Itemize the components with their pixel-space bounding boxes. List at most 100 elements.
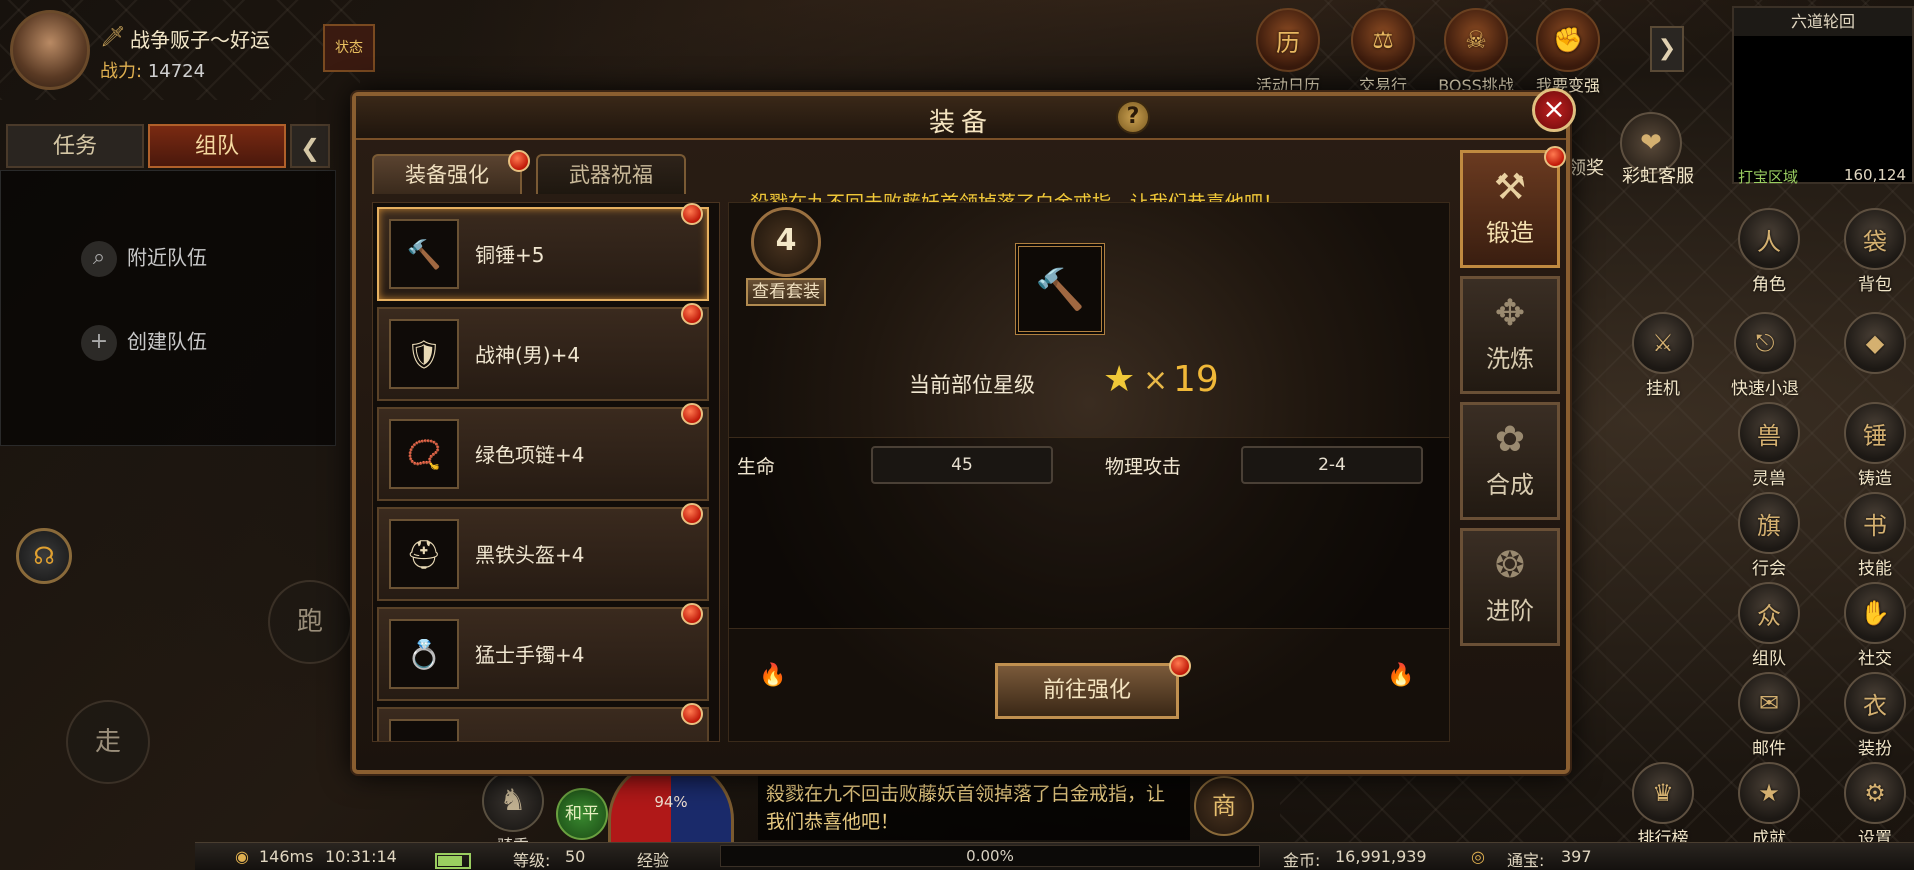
reward-label[interactable]: 领奖: [1568, 154, 1604, 180]
outfit-label: 装扮: [1858, 739, 1892, 759]
search-icon: ⌕: [81, 241, 117, 277]
brazier-icon: 🔥: [759, 663, 787, 688]
close-icon[interactable]: ×: [1532, 88, 1576, 132]
team-button[interactable]: 众组队: [1730, 582, 1808, 669]
enhance-content: 4 查看套装 🔨 当前部位星级 ★ × 19 生命 45 物理攻击 2-4 🔥 …: [728, 202, 1450, 742]
bag-button[interactable]: 袋背包: [1836, 208, 1914, 295]
gold-label: 金币:: [1283, 851, 1321, 870]
notification-dot: [681, 303, 703, 325]
help-icon[interactable]: ?: [1116, 100, 1150, 134]
equipment-list[interactable]: 🔨 铜锤+5 🛡 战神(男)+4 📿 绿色项链+4 ⛑ 黑铁头盔+4 💍 猛士手镯+4: [372, 202, 720, 742]
ping: 146ms: [259, 847, 314, 866]
boss-button[interactable]: ☠ BOSS挑战: [1438, 8, 1514, 96]
notification-dot: [508, 150, 530, 172]
stat-value: 45: [871, 446, 1053, 484]
forge-button[interactable]: 锤铸造: [1836, 402, 1914, 489]
sword-icon: 🗡: [100, 24, 126, 48]
list-item[interactable]: 💍 猛士手镯+4: [377, 603, 709, 701]
refine-icon: ✥: [1494, 293, 1526, 334]
character-icon: 人: [1738, 208, 1800, 270]
minimap[interactable]: 六道轮回 打宝区域 160,124: [1732, 6, 1914, 186]
stronger-button[interactable]: ✊ 我要变强: [1530, 8, 1606, 96]
scale-icon: ⚖: [1351, 8, 1415, 72]
list-item[interactable]: [377, 703, 709, 741]
social-label: 社交: [1858, 649, 1892, 669]
tab-team[interactable]: 组队: [148, 124, 286, 168]
list-item[interactable]: 📿 绿色项链+4: [377, 403, 709, 501]
hammer-icon[interactable]: 🔨: [1015, 243, 1105, 335]
outfit-button[interactable]: 衣装扮: [1836, 672, 1914, 759]
mail-icon: ✉: [1738, 672, 1800, 734]
trade-button[interactable]: ⚖ 交易行: [1345, 8, 1421, 96]
service-label[interactable]: 彩虹客服: [1622, 162, 1694, 188]
item-name: 黑铁头盔+4: [475, 543, 585, 567]
social-button[interactable]: ✋ 社交: [1836, 582, 1914, 669]
nearby-team-button[interactable]: ⌕ 附近队伍: [81, 241, 207, 277]
tab-task[interactable]: 任务: [6, 124, 144, 168]
go-enhance-button[interactable]: 前往强化: [995, 663, 1179, 719]
peace-mode-button[interactable]: 和平: [556, 788, 608, 840]
outfit-icon: 衣: [1844, 672, 1906, 734]
minimap-coords: 160,124: [1843, 166, 1906, 184]
walk-button[interactable]: 走: [66, 700, 150, 784]
auto-label: 挂机: [1646, 379, 1680, 399]
star-multiplier: ×: [1143, 363, 1169, 398]
panel-title: 装备: [928, 108, 993, 138]
tab-synthesis[interactable]: ✿ 合成: [1460, 402, 1560, 520]
run-button[interactable]: 跑: [268, 580, 352, 664]
treasure-icon: ◎: [1471, 847, 1485, 866]
list-item[interactable]: 🛡 战神(男)+4: [377, 303, 709, 401]
guild-label: 行会: [1752, 559, 1786, 579]
character-button[interactable]: 人角色: [1730, 208, 1808, 295]
team-label: 组队: [1752, 649, 1786, 669]
gear-icon: ⚙: [1844, 762, 1906, 824]
achievement-icon: ★: [1738, 762, 1800, 824]
shop-button[interactable]: 商: [1194, 776, 1254, 836]
notification-dot: [1169, 655, 1191, 677]
state-button[interactable]: 状态: [323, 24, 375, 72]
chat-message[interactable]: 殺戮在九不回击败藤妖首领掉落了白金戒指，让我们恭喜他吧！: [758, 776, 1190, 840]
calendar-button[interactable]: 历活动日历: [1250, 8, 1326, 96]
chevron-right-icon[interactable]: ❯: [1650, 26, 1684, 72]
stats-table: 生命 45 物理攻击 2-4: [729, 437, 1449, 629]
bag-label: 背包: [1858, 275, 1892, 295]
skill-button[interactable]: 书技能: [1836, 492, 1914, 579]
mail-button[interactable]: ✉ 邮件: [1730, 672, 1808, 759]
guild-button[interactable]: 旗行会: [1730, 492, 1808, 579]
beast-icon: 兽: [1738, 402, 1800, 464]
exp-bar: 0.00%: [720, 845, 1260, 867]
tab-forge[interactable]: ⚒ 锻造: [1460, 150, 1560, 268]
diamond-button[interactable]: ◆: [1836, 312, 1914, 374]
list-item[interactable]: ⛑ 黑铁头盔+4: [377, 503, 709, 601]
notification-dot: [681, 703, 703, 725]
forge-icon: 锤: [1844, 402, 1906, 464]
tab-refine-label: 洗炼: [1486, 345, 1534, 373]
stat-label: 生命: [737, 456, 776, 478]
auto-button[interactable]: ⚔ 挂机: [1624, 312, 1702, 399]
tab-enhance[interactable]: 装备强化: [372, 154, 522, 194]
quick-exit-button[interactable]: ⎋ 快速小退: [1726, 312, 1804, 399]
suit-badge[interactable]: 4 查看套装: [741, 207, 831, 306]
voice-chat-icon[interactable]: ☊: [16, 528, 72, 584]
beast-button[interactable]: 兽灵兽: [1730, 402, 1808, 489]
tab-refine[interactable]: ✥ 洗炼: [1460, 276, 1560, 394]
minimap-zone: 打宝区域: [1738, 168, 1799, 186]
list-item[interactable]: 🔨 铜锤+5: [377, 203, 709, 301]
beast-label: 灵兽: [1752, 469, 1786, 489]
power-value: 14724: [147, 61, 206, 82]
tab-forge-label: 锻造: [1486, 219, 1534, 247]
create-team-button[interactable]: + 创建队伍: [81, 325, 207, 361]
rank-button[interactable]: ♛ 排行榜: [1624, 762, 1702, 849]
tab-advance[interactable]: ❂ 进阶: [1460, 528, 1560, 646]
achievement-button[interactable]: ★ 成就: [1730, 762, 1808, 849]
chevron-left-icon[interactable]: ❮: [290, 124, 330, 168]
settings-button[interactable]: ⚙ 设置: [1836, 762, 1914, 849]
tab-advance-label: 进阶: [1486, 597, 1534, 625]
plus-icon: +: [81, 325, 117, 361]
bracelet-icon: 💍: [389, 619, 459, 689]
view-suit-button[interactable]: 查看套装: [746, 278, 826, 306]
exit-icon: ⎋: [1734, 312, 1796, 374]
item-name: 铜锤+5: [475, 243, 545, 267]
player-avatar[interactable]: [10, 10, 90, 90]
character-label: 角色: [1752, 275, 1786, 295]
